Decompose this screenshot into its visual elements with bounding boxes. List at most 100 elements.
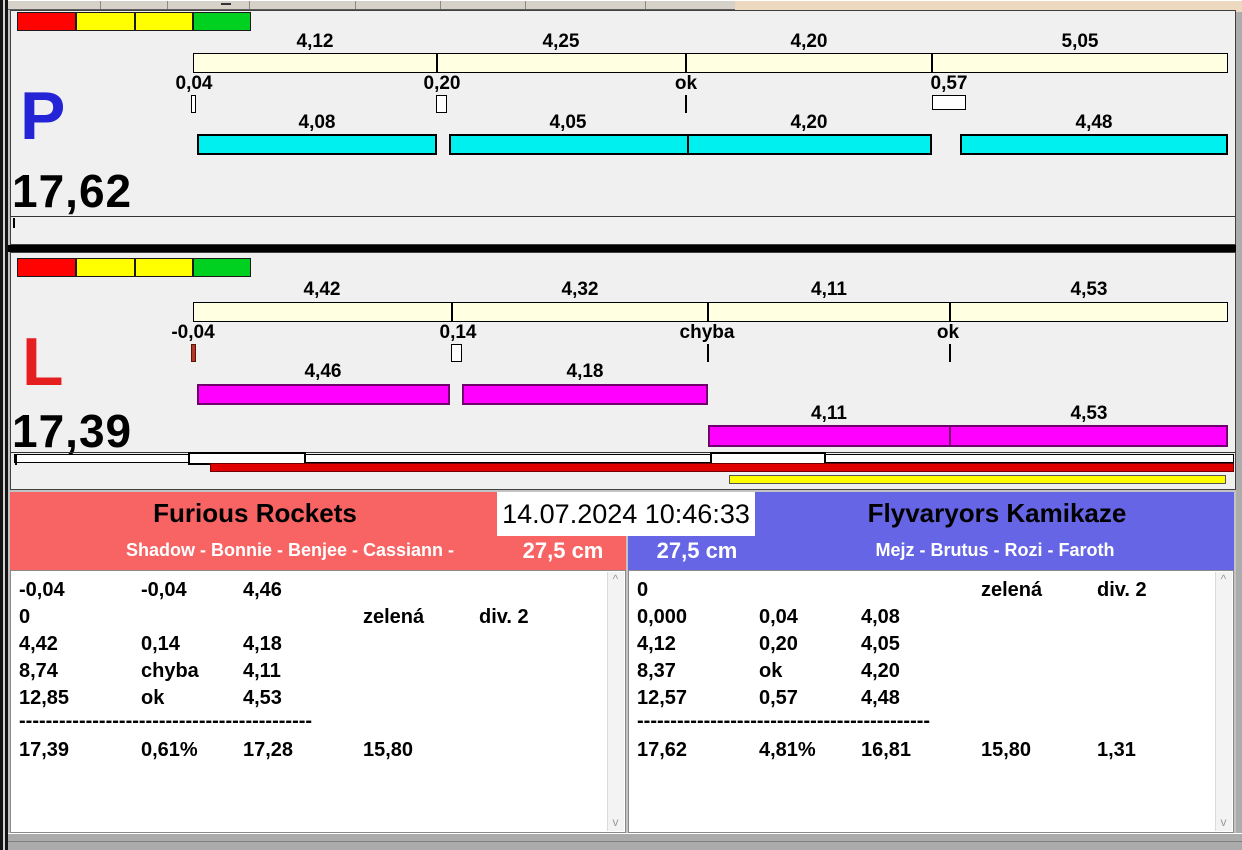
fault-marker-red bbox=[191, 344, 196, 362]
results-table-right[interactable]: 0 zelená div. 2 0,000 0,04 4,08 4,12 0,2… bbox=[628, 570, 1234, 833]
toolbar-separator bbox=[249, 1, 250, 9]
table-separator: ----------------------------------------… bbox=[637, 710, 931, 732]
split-divider bbox=[685, 53, 687, 73]
scrollbar[interactable]: ^ v bbox=[1215, 572, 1232, 831]
fault-value: ok bbox=[674, 73, 698, 94]
split-divider bbox=[931, 53, 933, 73]
time-value: 4,20 bbox=[790, 112, 828, 133]
error-marker bbox=[707, 344, 709, 362]
status-light-green bbox=[193, 12, 251, 31]
fault-marker bbox=[451, 344, 462, 362]
table-cell: 4,12 bbox=[637, 633, 676, 655]
total-cell: 17,62 bbox=[637, 739, 688, 761]
error-label: chyba bbox=[679, 322, 735, 343]
lane-panel-p bbox=[10, 10, 1236, 245]
table-cell: 12,85 bbox=[19, 687, 70, 709]
table-cell: 4,53 bbox=[243, 687, 282, 709]
track-start-tick bbox=[13, 218, 15, 228]
split-value: 4,12 bbox=[296, 31, 334, 52]
time-bar-segment bbox=[197, 384, 450, 405]
window-left-border-highlight bbox=[3, 0, 5, 850]
table-cell: chyba bbox=[141, 660, 199, 682]
time-value: 4,46 bbox=[304, 361, 342, 382]
fault-marker bbox=[932, 95, 966, 110]
status-light-yellow bbox=[76, 258, 135, 277]
split-bar bbox=[193, 53, 1228, 73]
split-value: 4,25 bbox=[542, 31, 580, 52]
time-value: 4,11 bbox=[811, 403, 847, 424]
scroll-down-icon[interactable]: v bbox=[1216, 815, 1231, 831]
table-cell: 4,46 bbox=[243, 579, 282, 601]
table-cell: 4,11 bbox=[243, 660, 281, 682]
total-cell: 4,81% bbox=[759, 739, 816, 761]
toolbar-separator bbox=[355, 1, 356, 9]
table-cell: 0,000 bbox=[637, 606, 688, 628]
total-cell: 15,80 bbox=[981, 739, 1032, 761]
lane-separator-bar bbox=[8, 245, 1236, 252]
table-cell: 4,05 bbox=[861, 633, 900, 655]
table-cell: div. 2 bbox=[479, 606, 529, 628]
scroll-up-icon[interactable]: ^ bbox=[1216, 572, 1231, 588]
lane-letter-p: P bbox=[20, 78, 66, 154]
scroll-up-icon[interactable]: ^ bbox=[608, 572, 623, 588]
time-bar-segment bbox=[197, 134, 437, 155]
time-bar-segment bbox=[462, 384, 708, 405]
total-cell: 0,61% bbox=[141, 739, 198, 761]
panel-divider-line bbox=[11, 216, 1235, 217]
team-members-left: Shadow - Bonnie - Benjee - Cassiann - bbox=[125, 540, 455, 560]
table-cell: 0,20 bbox=[759, 633, 798, 655]
scroll-down-icon[interactable]: v bbox=[608, 815, 623, 831]
results-table-left[interactable]: -0,04 -0,04 4,46 0 zelená div. 2 4,42 0,… bbox=[10, 570, 626, 833]
status-light-red bbox=[17, 258, 76, 277]
table-cell: ok bbox=[759, 660, 783, 682]
toolbar-dash bbox=[221, 3, 231, 5]
split-value: 4,11 bbox=[811, 279, 847, 300]
total-cell: 15,80 bbox=[363, 739, 414, 761]
ok-marker bbox=[685, 95, 687, 113]
table-cell: 0,14 bbox=[141, 633, 180, 655]
toolbar-separator bbox=[167, 1, 168, 9]
timing-screen: 4,12 4,25 4,20 5,05 0,04 0,20 ok 0,57 4,… bbox=[0, 0, 1242, 850]
table-cell: -0,04 bbox=[141, 579, 187, 601]
total-cell: 17,39 bbox=[19, 739, 70, 761]
split-divider bbox=[949, 302, 951, 322]
table-cell: 4,48 bbox=[861, 687, 900, 709]
time-bar-segment bbox=[949, 425, 1228, 447]
split-value: 4,53 bbox=[1070, 279, 1108, 300]
split-value: 4,42 bbox=[303, 279, 341, 300]
toolbar-separator bbox=[525, 1, 526, 9]
time-bar-segment bbox=[687, 134, 932, 155]
progress-bar-yellow bbox=[729, 475, 1226, 484]
time-value: 4,53 bbox=[1070, 403, 1108, 424]
fault-value: 0,57 bbox=[930, 73, 968, 94]
table-cell: ok bbox=[141, 687, 165, 709]
fault-value: 0,14 bbox=[439, 322, 477, 343]
toolbar-separator bbox=[645, 1, 646, 9]
table-separator: ----------------------------------------… bbox=[19, 710, 313, 732]
window-right-border bbox=[1236, 12, 1242, 850]
time-value: 4,08 bbox=[298, 112, 336, 133]
scrollbar[interactable]: ^ v bbox=[607, 572, 624, 831]
time-bar-segment bbox=[708, 425, 951, 447]
team-members-right: Mejz - Brutus - Rozi - Faroth bbox=[875, 540, 1115, 560]
status-light-green bbox=[193, 258, 251, 277]
time-value: 4,48 bbox=[1075, 112, 1113, 133]
table-cell: 0,04 bbox=[759, 606, 798, 628]
toolbar-separator bbox=[100, 1, 101, 9]
table-cell: 4,18 bbox=[243, 633, 282, 655]
lane-total-p: 17,62 bbox=[12, 165, 133, 217]
toolbar-separator bbox=[440, 1, 441, 9]
time-bar-segment bbox=[449, 134, 689, 155]
status-light-red bbox=[17, 12, 76, 31]
table-cell: -0,04 bbox=[19, 579, 65, 601]
total-cell: 17,28 bbox=[243, 739, 294, 761]
track-start-tick bbox=[15, 454, 17, 465]
time-value: 4,18 bbox=[566, 361, 604, 382]
team-distance-left: 27,5 cm bbox=[522, 538, 604, 563]
status-light-yellow bbox=[76, 12, 135, 31]
split-divider bbox=[436, 53, 438, 73]
status-light-yellow bbox=[135, 12, 193, 31]
table-cell: div. 2 bbox=[1097, 579, 1147, 601]
team-name-left: Furious Rockets bbox=[153, 498, 357, 528]
table-cell: 4,42 bbox=[19, 633, 58, 655]
